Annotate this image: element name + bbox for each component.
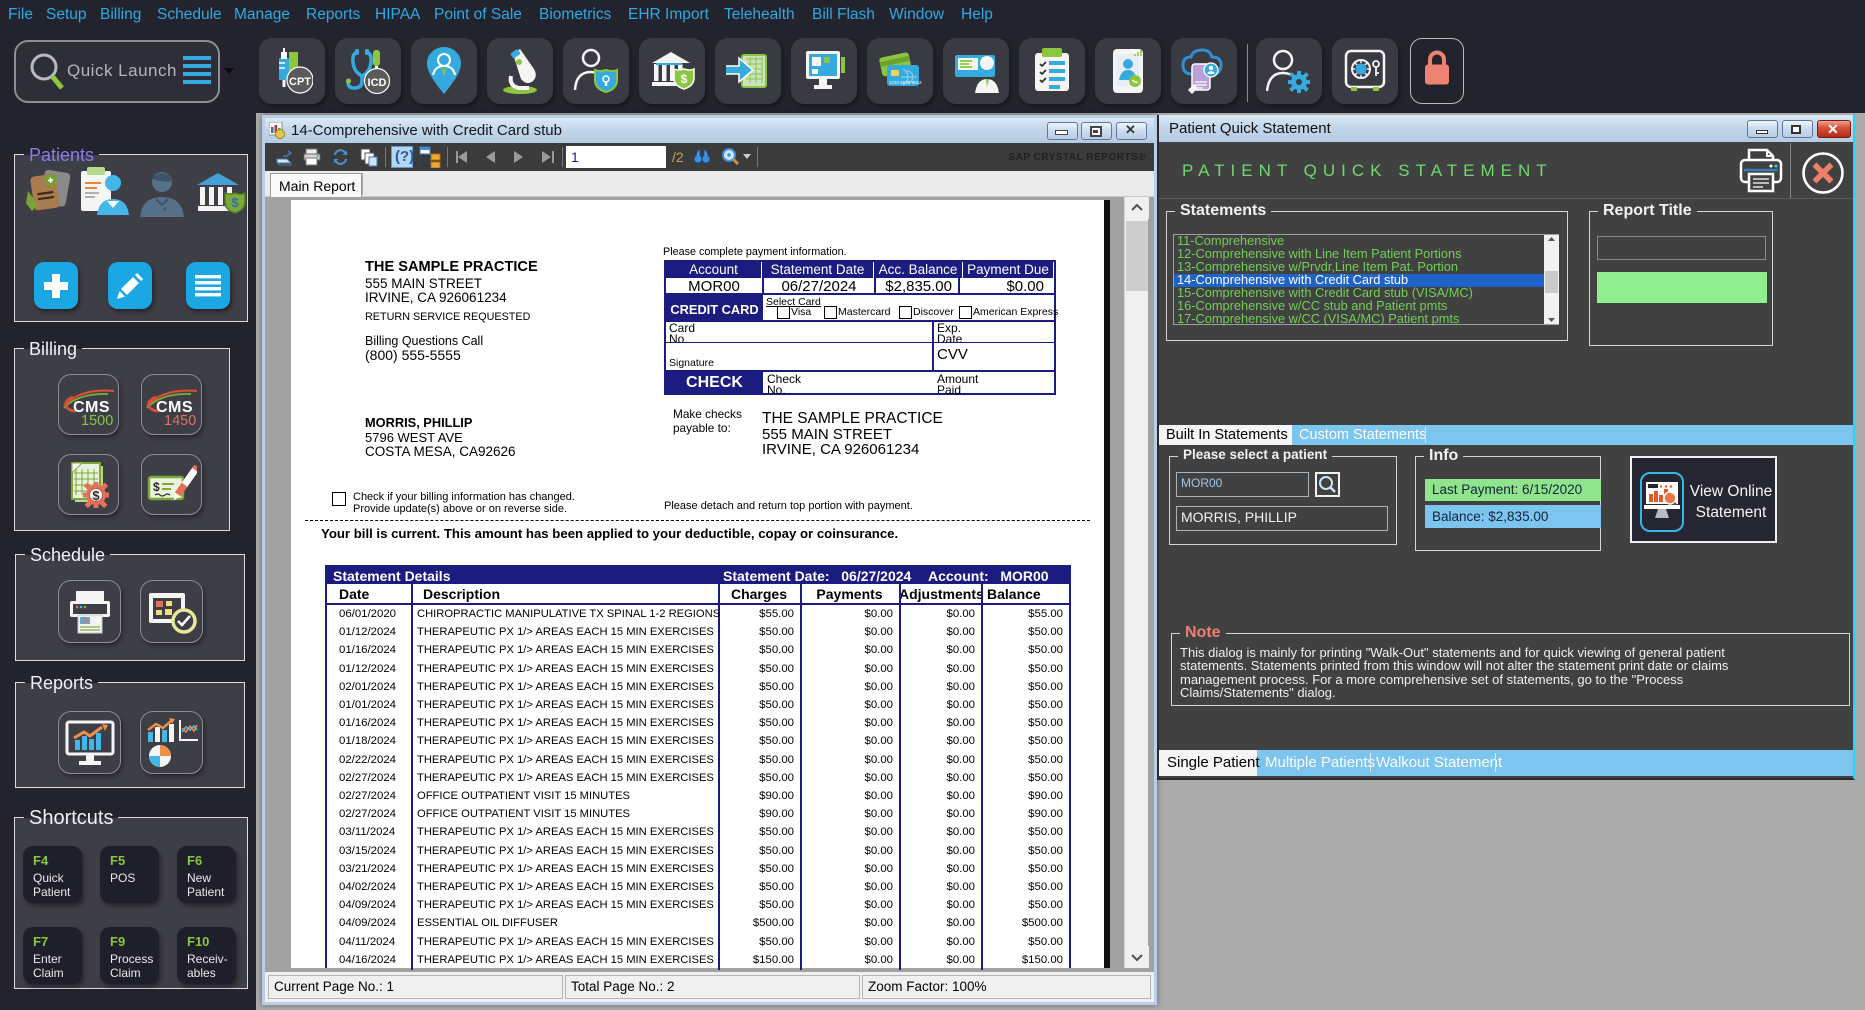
svg-text:1450: 1450 xyxy=(164,413,196,426)
svg-text:$: $ xyxy=(231,195,239,210)
svg-text:$: $ xyxy=(92,488,100,503)
svg-text:1234 5678 9012 3456: 1234 5678 9012 3456 xyxy=(889,80,923,85)
svg-text:$: $ xyxy=(681,72,688,86)
svg-text:CPT: CPT xyxy=(289,76,311,88)
svg-text:1500: 1500 xyxy=(81,413,113,426)
svg-text:$: $ xyxy=(153,480,160,494)
svg-text:ICD: ICD xyxy=(368,77,387,89)
